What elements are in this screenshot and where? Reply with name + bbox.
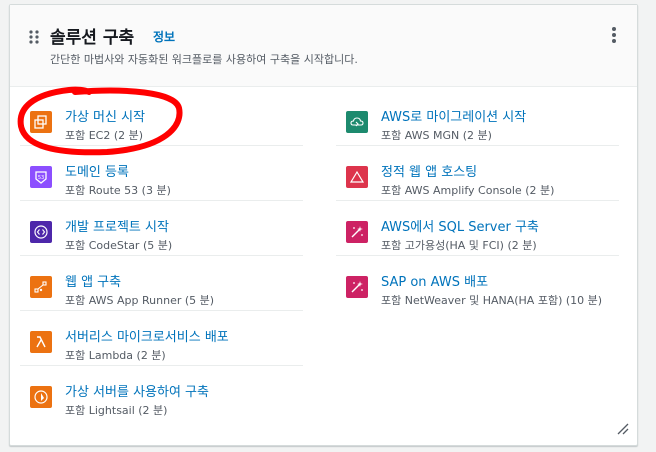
lightsail-icon	[30, 386, 52, 408]
app-runner-icon	[30, 276, 52, 298]
amplify-icon	[346, 166, 368, 188]
solution-label[interactable]: 가상 머신 시작	[65, 106, 145, 125]
sap-icon	[346, 276, 368, 298]
solution-label[interactable]: AWS로 마이그레이션 시작	[381, 106, 526, 125]
solution-label[interactable]: 웹 앱 구축	[65, 271, 121, 290]
build-solution-widget: 솔루션 구축 정보 간단한 마법사와 자동화된 워크플로를 사용하여 구축을 시…	[9, 4, 638, 446]
list-item[interactable]: SAP on AWS 배포 포함 NetWeaver 및 HANA(HA 포함)…	[336, 256, 619, 311]
widget-header: 솔루션 구축 정보 간단한 마법사와 자동화된 워크플로를 사용하여 구축을 시…	[10, 5, 637, 87]
list-item[interactable]: AWS에서 SQL Server 구축 포함 고가용성(HA 및 FCI) (2…	[336, 201, 619, 256]
solution-label[interactable]: AWS에서 SQL Server 구축	[381, 216, 539, 235]
info-link[interactable]: 정보	[153, 28, 175, 45]
list-item[interactable]: 서버리스 마이크로서비스 배포 포함 Lambda (2 분)	[20, 311, 303, 366]
solution-meta: 포함 EC2 (2 분)	[65, 129, 144, 142]
solution-label[interactable]: 가상 서버를 사용하여 구축	[65, 381, 209, 400]
left-solution-list: 가상 머신 시작 포함 EC2 (2 분) 53 도메인 등록 포함 Route…	[20, 91, 303, 421]
solution-label[interactable]: 개발 프로젝트 시작	[65, 216, 169, 235]
list-item[interactable]: 가상 서버를 사용하여 구축 포함 Lightsail (2 분)	[20, 366, 303, 421]
drag-handle-icon[interactable]	[28, 29, 40, 45]
resize-handle-icon[interactable]	[617, 423, 629, 435]
solution-label[interactable]: 서버리스 마이크로서비스 배포	[65, 326, 229, 345]
solution-meta: 포함 Route 53 (3 분)	[65, 184, 171, 197]
codestar-icon	[30, 221, 52, 243]
route53-icon: 53	[30, 166, 52, 188]
more-actions-icon[interactable]	[611, 27, 617, 45]
list-item[interactable]: 개발 프로젝트 시작 포함 CodeStar (5 분)	[20, 201, 303, 256]
solution-meta: 포함 고가용성(HA 및 FCI) (2 분)	[381, 239, 537, 252]
lambda-icon	[30, 331, 52, 353]
list-item[interactable]: 웹 앱 구축 포함 AWS App Runner (5 분)	[20, 256, 303, 311]
right-solution-list: AWS로 마이그레이션 시작 포함 AWS MGN (2 분) 정적 웹 앱 호…	[336, 91, 619, 311]
list-item[interactable]: 가상 머신 시작 포함 EC2 (2 분)	[20, 91, 303, 146]
solution-meta: 포함 AWS Amplify Console (2 분)	[381, 184, 555, 197]
solution-meta: 포함 Lambda (2 분)	[65, 349, 166, 362]
list-item[interactable]: 53 도메인 등록 포함 Route 53 (3 분)	[20, 146, 303, 201]
widget-title: 솔루션 구축	[50, 28, 135, 48]
list-item[interactable]: AWS로 마이그레이션 시작 포함 AWS MGN (2 분)	[336, 91, 619, 146]
mgn-icon	[346, 111, 368, 133]
solution-label[interactable]: 도메인 등록	[65, 161, 129, 180]
widget-subtitle: 간단한 마법사와 자동화된 워크플로를 사용하여 구축을 시작합니다.	[50, 53, 358, 66]
solution-label[interactable]: SAP on AWS 배포	[381, 271, 488, 290]
sql-server-icon	[346, 221, 368, 243]
solution-meta: 포함 AWS App Runner (5 분)	[65, 294, 215, 307]
solution-meta: 포함 Lightsail (2 분)	[65, 404, 168, 417]
solution-label[interactable]: 정적 웹 앱 호스팅	[381, 161, 477, 180]
svg-text:53: 53	[38, 175, 44, 181]
solution-meta: 포함 AWS MGN (2 분)	[381, 129, 492, 142]
solution-meta: 포함 NetWeaver 및 HANA(HA 포함) (10 분)	[381, 294, 603, 307]
list-item[interactable]: 정적 웹 앱 호스팅 포함 AWS Amplify Console (2 분)	[336, 146, 619, 201]
solution-meta: 포함 CodeStar (5 분)	[65, 239, 173, 252]
ec2-icon	[30, 111, 52, 133]
